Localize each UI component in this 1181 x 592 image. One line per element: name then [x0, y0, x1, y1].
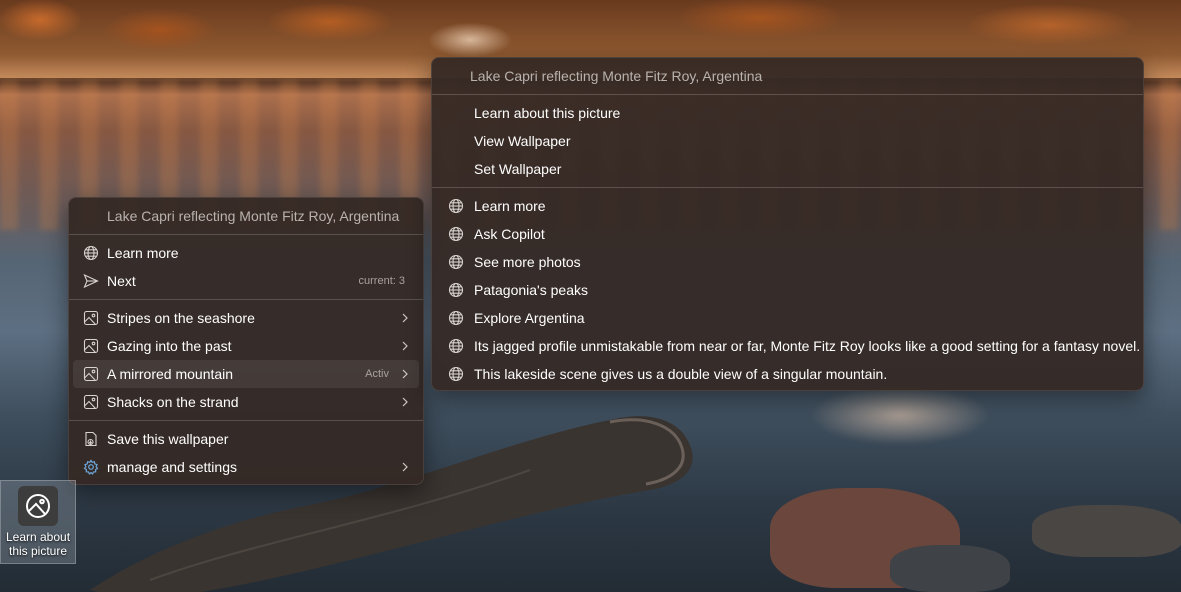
menu-item-jagged-profile-fact[interactable]: Its jagged profile unmistakable from nea… — [436, 332, 1141, 360]
menu-item-manage-and-settings[interactable]: manage and settings — [73, 453, 419, 481]
camera-icon — [18, 486, 58, 526]
menu-item-gazing-into-the-past[interactable]: Gazing into the past — [73, 332, 419, 360]
save-image-icon — [83, 431, 99, 447]
menu-item-a-mirrored-mountain[interactable]: A mirrored mountain Activ — [73, 360, 419, 388]
wallpaper-rock — [1032, 505, 1181, 557]
menu-item-lakeside-scene-fact[interactable]: This lakeside scene gives us a double vi… — [436, 360, 1139, 388]
menu-item-label: Learn more — [107, 245, 179, 261]
menu-item-label: Patagonia's peaks — [474, 282, 588, 298]
menu-item-patagonias-peaks[interactable]: Patagonia's peaks — [436, 276, 1139, 304]
menu-item-learn-more[interactable]: Learn more — [436, 192, 1139, 220]
wallpaper-context-menu: Lake Capri reflecting Monte Fitz Roy, Ar… — [68, 197, 424, 485]
menu-item-label: Next — [107, 273, 136, 289]
chevron-right-icon — [399, 453, 411, 481]
menu-item-label: View Wallpaper — [474, 133, 571, 149]
menu-header-title: Lake Capri reflecting Monte Fitz Roy, Ar… — [107, 208, 400, 224]
menu-header-title: Lake Capri reflecting Monte Fitz Roy, Ar… — [470, 68, 763, 84]
menu-item-label: Set Wallpaper — [474, 161, 562, 177]
globe-icon — [83, 245, 99, 261]
globe-icon — [448, 226, 464, 242]
menu-item-stripes-on-the-seashore[interactable]: Stripes on the seashore — [73, 304, 419, 332]
gear-icon — [83, 459, 99, 475]
globe-icon — [448, 366, 464, 382]
send-icon — [83, 273, 99, 289]
wallpaper-rock — [890, 545, 1010, 592]
menu-item-next[interactable]: Next current: 3 — [73, 267, 419, 295]
image-icon — [83, 338, 99, 354]
menu-item-save-this-wallpaper[interactable]: Save this wallpaper — [73, 425, 419, 453]
active-status-text: Activ — [365, 368, 389, 380]
menu-item-label: Save this wallpaper — [107, 431, 229, 447]
menu-item-label: Ask Copilot — [474, 226, 545, 242]
chevron-right-icon — [399, 304, 411, 332]
globe-icon — [448, 282, 464, 298]
chevron-right-icon — [399, 360, 411, 388]
current-index-text: current: 3 — [358, 275, 405, 287]
image-icon — [83, 394, 99, 410]
menu-item-explore-argentina[interactable]: Explore Argentina — [436, 304, 1139, 332]
menu-item-label: Stripes on the seashore — [107, 310, 255, 326]
menu-item-label: See more photos — [474, 254, 581, 270]
desktop-icon-label-line1: Learn about — [5, 530, 71, 544]
learn-about-picture-menu: Lake Capri reflecting Monte Fitz Roy, Ar… — [431, 57, 1144, 391]
menu-item-label: Learn about this picture — [474, 105, 621, 121]
learn-about-this-picture-desktop-icon[interactable]: Learn about this picture — [0, 480, 76, 564]
menu-item-see-more-photos[interactable]: See more photos — [436, 248, 1139, 276]
desktop-icon-label-line2: this picture — [8, 544, 68, 558]
menu-item-label: Gazing into the past — [107, 338, 232, 354]
menu-item-label: manage and settings — [107, 459, 237, 475]
chevron-right-icon — [399, 332, 411, 360]
menu-item-ask-copilot[interactable]: Ask Copilot — [436, 220, 1139, 248]
wallpaper-mountain-reflection — [770, 385, 1030, 475]
menu-item-label: Its jagged profile unmistakable from nea… — [474, 338, 1141, 354]
chevron-right-icon — [399, 388, 411, 416]
menu-item-label: A mirrored mountain — [107, 366, 234, 382]
globe-icon — [448, 338, 464, 354]
globe-icon — [448, 198, 464, 214]
globe-icon — [448, 310, 464, 326]
menu-item-learn-more[interactable]: Learn more — [73, 239, 419, 267]
menu-item-shacks-on-the-strand[interactable]: Shacks on the strand — [73, 388, 419, 416]
menu-item-learn-about-this-picture[interactable]: Learn about this picture — [436, 99, 1139, 127]
image-icon — [83, 310, 99, 326]
image-icon — [83, 366, 99, 382]
menu-item-label: Explore Argentina — [474, 310, 585, 326]
menu-item-view-wallpaper[interactable]: View Wallpaper — [436, 127, 1139, 155]
menu-item-label: Learn more — [474, 198, 546, 214]
globe-icon — [448, 254, 464, 270]
menu-item-label: Shacks on the strand — [107, 394, 239, 410]
menu-item-set-wallpaper[interactable]: Set Wallpaper — [436, 155, 1139, 183]
menu-item-label: This lakeside scene gives us a double vi… — [474, 366, 888, 382]
